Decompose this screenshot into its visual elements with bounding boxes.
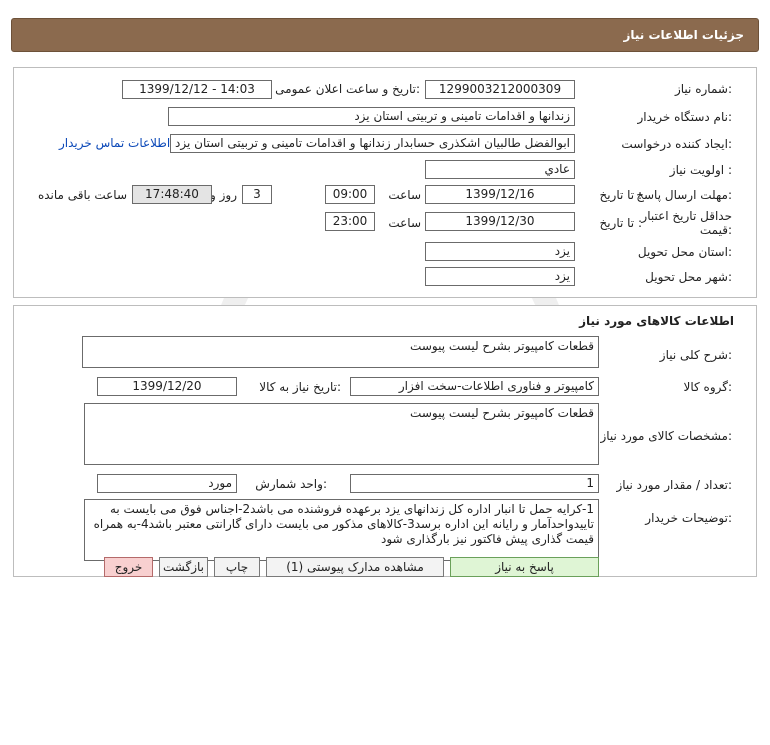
exit-button[interactable]: خروج xyxy=(104,557,153,577)
unit-label: واحد شمارش: xyxy=(255,477,327,491)
deadline-label: مهلت ارسال پاسخ: xyxy=(636,188,732,202)
city-label: شهر محل تحویل: xyxy=(645,270,732,284)
buyer-org-field: زندانها و اقدامات تامینی و تربیتی استان … xyxy=(168,107,575,126)
creator-label: ایجاد کننده درخواست: xyxy=(621,137,732,151)
reply-to-need-button[interactable]: پاسخ به نیاز xyxy=(450,557,599,577)
quantity-label: تعداد / مقدار مورد نیاز: xyxy=(616,478,732,492)
city-field: یزد xyxy=(425,267,575,286)
back-button[interactable]: بازگشت xyxy=(159,557,208,577)
deadline-until-label: تا تاریخ : xyxy=(599,188,642,202)
validity-label-line1: حداقل تاریخ اعتبار xyxy=(641,209,732,223)
validity-time-label: ساعت xyxy=(388,216,421,230)
buyer-contact-link[interactable]: اطلاعات تماس خریدار xyxy=(59,136,170,150)
deadline-time-label: ساعت xyxy=(388,188,421,202)
days-label: روز و xyxy=(210,188,237,202)
page-header: جزئیات اطلاعات نیاز xyxy=(11,18,759,52)
priority-field: عادي xyxy=(425,160,575,179)
days-remaining-field: 3 xyxy=(242,185,272,204)
need-date-field: 1399/12/20 xyxy=(97,377,237,396)
goods-group-label: گروه کالا: xyxy=(683,380,733,394)
print-button[interactable]: چاپ xyxy=(214,557,260,577)
creator-field: ابوالفضل طالبیان اشکذری حسابدار زندانها … xyxy=(170,134,575,153)
deadline-time-field: 09:00 xyxy=(325,185,375,204)
spec-label: مشخصات کالای مورد نیاز: xyxy=(600,429,732,443)
quantity-field: 1 xyxy=(350,474,599,493)
validity-until-label: تا تاریخ : xyxy=(599,216,642,230)
goods-section-title: اطلاعات کالاهای مورد نیاز xyxy=(579,314,734,328)
unit-field: مورد xyxy=(97,474,237,493)
buyer-notes-field: 1-کرایه حمل تا انبار اداره کل زندانهای ی… xyxy=(84,499,599,561)
announce-label: تاریخ و ساعت اعلان عمومی: xyxy=(275,82,420,96)
general-desc-label: شرح کلی نیاز: xyxy=(659,348,732,362)
province-field: یزد xyxy=(425,242,575,261)
validity-label-line2: قیمت: xyxy=(699,223,732,237)
deadline-date-field: 1399/12/16 xyxy=(425,185,575,204)
need-date-label: تاریخ نیاز به کالا: xyxy=(259,380,341,394)
general-desc-field: قطعات کامپیوتر بشرح لیست پیوست xyxy=(82,336,599,368)
view-attachments-button[interactable]: مشاهده مدارک پیوستی (1) xyxy=(266,557,444,577)
goods-group-field: کامپیوتر و فناوری اطلاعات-سخت افزار xyxy=(350,377,599,396)
validity-time-field: 23:00 xyxy=(325,212,375,231)
need-number-field: 1299003212000309 xyxy=(425,80,575,99)
priority-label: اولویت نیاز : xyxy=(669,163,732,177)
validity-date-field: 1399/12/30 xyxy=(425,212,575,231)
announce-datetime-field: 1399/12/12 - 14:03 xyxy=(122,80,272,99)
buyer-notes-label: توضیحات خریدار: xyxy=(645,511,732,525)
need-info-panel xyxy=(13,67,757,298)
need-number-label: شماره نیاز: xyxy=(674,82,732,96)
buyer-org-label: نام دستگاه خریدار: xyxy=(637,110,733,124)
province-label: استان محل تحویل: xyxy=(637,245,732,259)
remaining-time-label: ساعت باقی مانده xyxy=(37,188,127,202)
spec-field: قطعات کامپیوتر بشرح لیست پیوست xyxy=(84,403,599,465)
remaining-time-field: 17:48:40 xyxy=(132,185,212,204)
page-title: جزئیات اطلاعات نیاز xyxy=(623,28,744,42)
